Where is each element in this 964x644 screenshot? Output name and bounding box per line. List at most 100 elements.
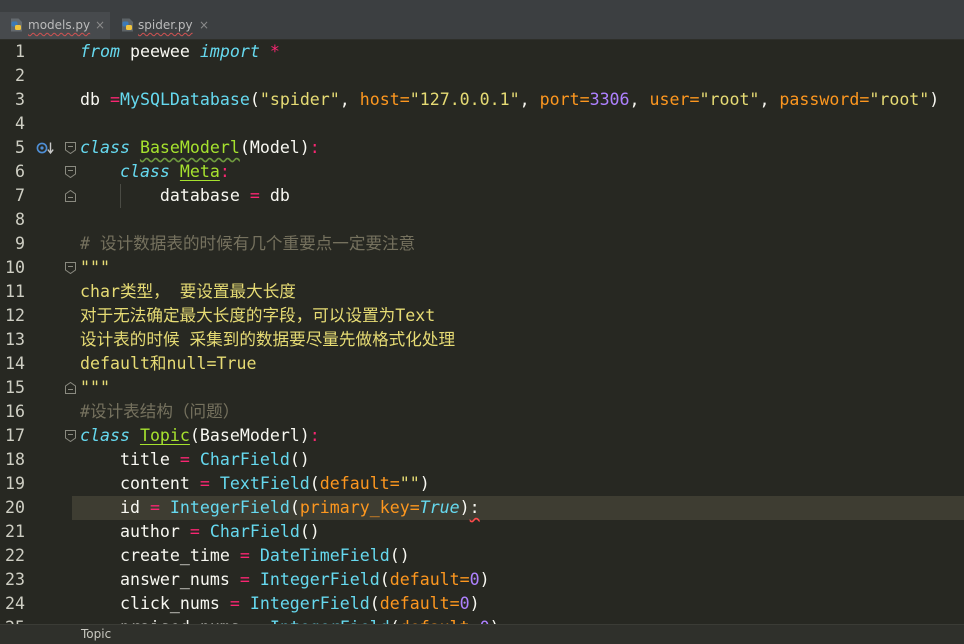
code-line[interactable]: 3 db =MySQLDatabase("spider", host="127.0… (0, 88, 964, 112)
code-token[interactable]: Topic (140, 426, 190, 445)
code-token[interactable]: 设计表的时候 采集到的数据要尽量先做格式化处理 (80, 330, 455, 349)
code-line[interactable]: 11 char类型， 要设置最大长度 (0, 280, 964, 304)
code-token[interactable]: IntegerField (160, 498, 290, 517)
code-editor[interactable]: 1 from peewee import * 2 3 db =MySQLDatabase… (0, 40, 964, 624)
code-token[interactable]: "" (400, 474, 420, 493)
code-token[interactable]: : (220, 162, 230, 181)
code-token[interactable]: Meta (180, 162, 220, 181)
code-token[interactable]: # 设计数据表的时候有几个重要点一定要注意 (80, 234, 415, 253)
code-token[interactable]: True (420, 498, 460, 517)
code-line[interactable]: 22 create_time = DateTimeField() (0, 544, 964, 568)
code-token[interactable]: , (759, 90, 779, 109)
code-token[interactable]: default= (380, 594, 460, 613)
code-token[interactable]: class (80, 426, 140, 445)
code-token[interactable]: default和null=True (80, 354, 256, 373)
code-token[interactable]: ) (420, 474, 430, 493)
code-token[interactable]: TextField (210, 474, 310, 493)
has-subclasses-icon[interactable] (36, 141, 56, 155)
code-token[interactable]: ) (480, 570, 490, 589)
code-token[interactable]: content (80, 474, 200, 493)
code-line[interactable]: 13 设计表的时候 采集到的数据要尽量先做格式化处理 (0, 328, 964, 352)
code-token[interactable]: """ (80, 258, 110, 277)
code-token[interactable]: (Model) (240, 138, 310, 157)
code-token[interactable]: , (520, 90, 540, 109)
code-token[interactable]: 0 (460, 594, 470, 613)
code-line[interactable]: 2 (0, 64, 964, 88)
code-token[interactable]: answer_nums (80, 570, 240, 589)
code-token[interactable]: 3306 (590, 90, 630, 109)
code-token[interactable]: ( (370, 594, 380, 613)
tab-models-py[interactable]: models.py × (0, 12, 110, 39)
code-token[interactable]: ) (470, 594, 480, 613)
code-token[interactable]: from (80, 42, 120, 61)
code-token[interactable]: "spider" (260, 90, 340, 109)
code-token[interactable]: db (80, 90, 110, 109)
code-token[interactable]: = (180, 450, 190, 469)
code-line[interactable]: 16 #设计表结构（问题） (0, 400, 964, 424)
close-icon[interactable]: × (199, 12, 209, 39)
fold-start-icon[interactable] (65, 262, 76, 274)
code-token[interactable]: = (230, 594, 240, 613)
code-line[interactable]: 4 (0, 112, 964, 136)
code-token[interactable]: "root" (699, 90, 759, 109)
code-line[interactable]: 20 id = IntegerField(primary_key=True): (0, 496, 964, 520)
code-line[interactable]: 18 title = CharField() (0, 448, 964, 472)
code-line[interactable]: 24 click_nums = IntegerField(default=0) (0, 592, 964, 616)
code-token[interactable]: author (80, 522, 190, 541)
code-token[interactable]: database (80, 186, 250, 205)
code-line[interactable]: 21 author = CharField() (0, 520, 964, 544)
code-token[interactable]: = (150, 498, 160, 517)
code-token[interactable]: user= (650, 90, 700, 109)
code-line[interactable]: 6 class Meta: (0, 160, 964, 184)
code-line[interactable]: 23 answer_nums = IntegerField(default=0) (0, 568, 964, 592)
code-token[interactable]: CharField (190, 450, 290, 469)
code-token[interactable]: BaseModerl (140, 138, 240, 157)
code-token[interactable]: id (80, 498, 150, 517)
code-token[interactable]: = (240, 570, 250, 589)
code-token[interactable]: MySQLDatabase (120, 90, 250, 109)
code-token[interactable]: "root" (869, 90, 929, 109)
breadcrumb-item[interactable]: Topic (81, 625, 111, 644)
code-token[interactable]: * (270, 42, 280, 61)
code-token[interactable]: ) (460, 498, 470, 517)
code-token[interactable]: = (200, 474, 210, 493)
code-token[interactable]: : (310, 426, 320, 445)
code-token[interactable]: """ (80, 378, 110, 397)
code-token[interactable]: 对于无法确定最大长度的字段，可以设置为Text (80, 306, 435, 325)
code-token[interactable]: DateTimeField (250, 546, 390, 565)
code-token[interactable]: #设计表结构（问题） (80, 402, 239, 421)
code-token[interactable]: : (470, 498, 480, 517)
code-token[interactable]: ( (310, 474, 320, 493)
code-token[interactable]: = (250, 186, 260, 205)
code-line[interactable]: 14 default和null=True (0, 352, 964, 376)
fold-start-icon[interactable] (65, 430, 76, 442)
code-line[interactable]: 5 class BaseModerl(Model): (0, 136, 964, 160)
code-line[interactable]: 7 database = db (0, 184, 964, 208)
code-token[interactable]: (BaseModerl) (190, 426, 310, 445)
code-line[interactable]: 25 praised_nums = IntegerField(default=0… (0, 616, 964, 624)
fold-end-icon[interactable] (65, 190, 76, 202)
code-token[interactable]: = (190, 522, 200, 541)
code-token[interactable]: = (110, 90, 120, 109)
code-token[interactable]: = (240, 546, 250, 565)
fold-end-icon[interactable] (65, 382, 76, 394)
code-token[interactable]: password= (779, 90, 869, 109)
code-token[interactable]: : (310, 138, 320, 157)
code-token[interactable]: IntegerField (250, 570, 380, 589)
tab-spider-py[interactable]: spider.py × (110, 12, 210, 39)
code-token[interactable]: host= (360, 90, 410, 109)
code-token[interactable]: import (200, 42, 270, 61)
code-token[interactable]: () (390, 546, 410, 565)
code-token[interactable]: ( (250, 90, 260, 109)
code-line[interactable]: 15 """ (0, 376, 964, 400)
code-token[interactable]: port= (540, 90, 590, 109)
code-token[interactable]: primary_key= (300, 498, 420, 517)
code-line[interactable]: 9 # 设计数据表的时候有几个重要点一定要注意 (0, 232, 964, 256)
code-token[interactable]: , (340, 90, 360, 109)
fold-start-icon[interactable] (65, 166, 76, 178)
code-token[interactable]: CharField (200, 522, 300, 541)
code-token[interactable]: ) (929, 90, 939, 109)
code-token[interactable]: char类型， 要设置最大长度 (80, 282, 296, 301)
code-line[interactable]: 1 from peewee import * (0, 40, 964, 64)
code-token[interactable]: IntegerField (240, 594, 370, 613)
